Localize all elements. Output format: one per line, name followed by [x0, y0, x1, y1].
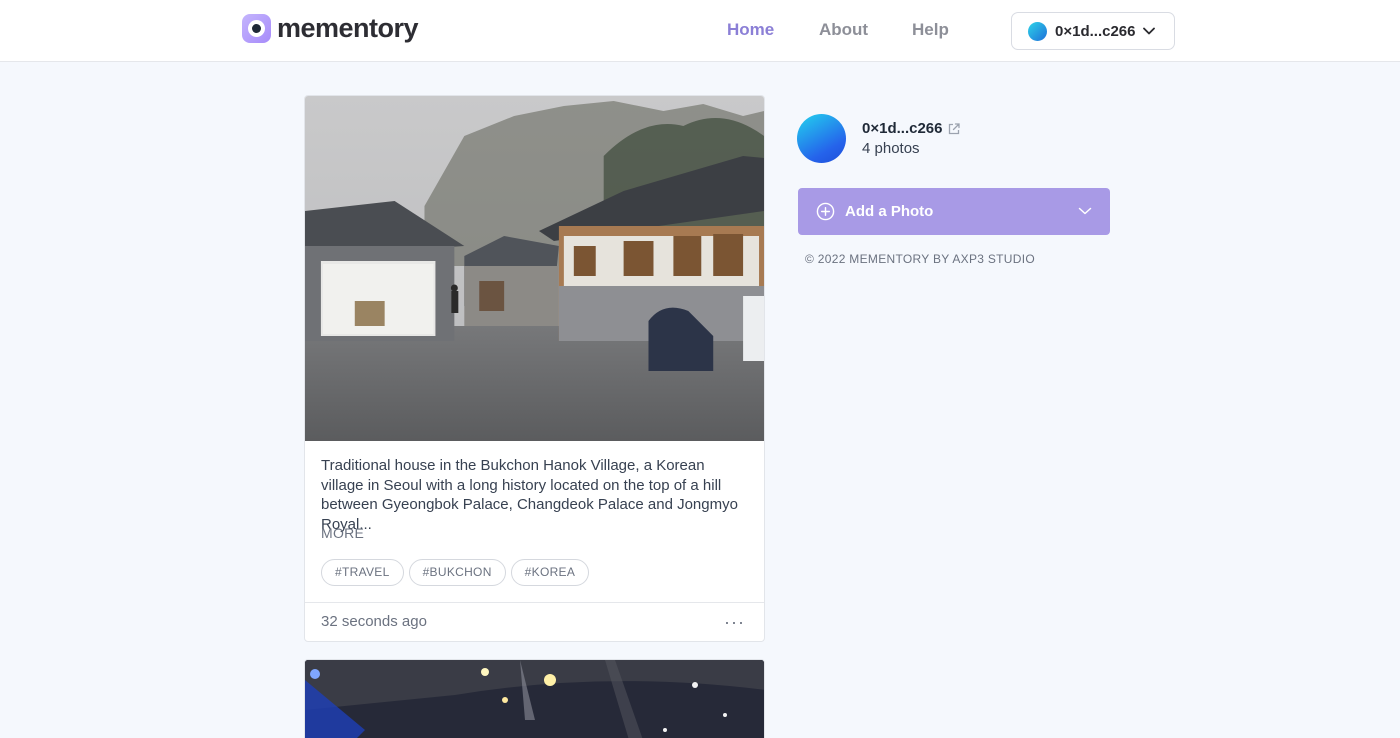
external-link-icon[interactable] [947, 122, 961, 136]
more-options-icon[interactable]: ··· [724, 613, 745, 631]
tag-travel[interactable]: #TRAVEL [321, 559, 404, 586]
post-photo-2[interactable] [305, 660, 765, 738]
photo-post-card: Traditional house in the Bukchon Hanok V… [304, 95, 765, 642]
top-header: mementory Home About Help 0×1d...c266 [0, 0, 1400, 62]
logo[interactable]: mementory [242, 13, 419, 43]
post-footer: 32 seconds ago ··· [305, 602, 764, 641]
wallet-account-button[interactable]: 0×1d...c266 [1011, 12, 1175, 50]
add-photo-label: Add a Photo [845, 203, 934, 220]
logo-text: mementory [277, 13, 419, 43]
add-photo-button[interactable]: Add a Photo [798, 188, 1110, 235]
tag-korea[interactable]: #KOREA [510, 559, 590, 586]
photo-count: 4 photos [862, 140, 920, 157]
nav-about[interactable]: About [819, 20, 868, 40]
nav-help[interactable]: Help [912, 20, 949, 40]
tag-list: #TRAVEL #BUKCHON #KOREA [321, 559, 590, 586]
camera-lens-icon [242, 14, 271, 43]
post-caption: Traditional house in the Bukchon Hanok V… [321, 457, 738, 533]
post-timestamp: 32 seconds ago [321, 613, 427, 630]
plus-circle-icon [816, 202, 835, 221]
profile-name: 0×1d...c266 [862, 120, 943, 137]
post-photo[interactable] [305, 96, 764, 441]
profile-name-row[interactable]: 0×1d...c266 [862, 120, 961, 137]
wallet-address: 0×1d...c266 [1055, 22, 1136, 40]
more-link[interactable]: MORE [321, 525, 364, 541]
photo-post-card-2 [304, 659, 765, 738]
copyright-text: © 2022 MEMENTORY BY AXP3 STUDIO [805, 252, 1036, 266]
profile-avatar[interactable] [797, 114, 846, 163]
chevron-down-icon [1143, 27, 1155, 35]
chevron-down-icon [1078, 207, 1092, 215]
wallet-avatar-icon [1028, 21, 1047, 41]
tag-bukchon[interactable]: #BUKCHON [408, 559, 506, 586]
nav-home[interactable]: Home [727, 20, 774, 40]
